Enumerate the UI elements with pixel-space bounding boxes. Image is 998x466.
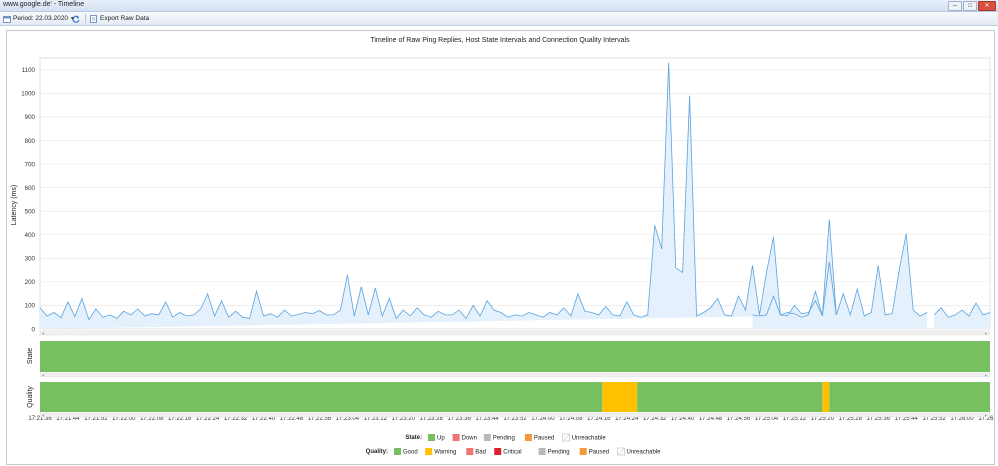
chart-panel: Timeline of Raw Ping Replies, Host State… xyxy=(6,30,998,465)
export-label: Export Raw Data xyxy=(100,15,150,22)
window-titlebar[interactable]: www.google.de' - Timeline ─ □ ✕ xyxy=(0,0,998,12)
toolbar: Period: 22.03.2020 ▼ Export Raw Data xyxy=(0,12,998,26)
scroll-left-icon[interactable]: ◂ xyxy=(42,373,44,378)
legend-swatch xyxy=(579,448,587,455)
scroll-right-icon[interactable]: ▸ xyxy=(985,373,987,378)
legend-swatch xyxy=(466,448,474,455)
quality-interval-good xyxy=(829,382,990,412)
legend-swatch xyxy=(425,448,433,455)
legend-item-unreachable: Unreachable xyxy=(562,433,607,442)
legend-swatch xyxy=(452,434,460,441)
legend-label: Pending xyxy=(493,436,515,442)
legend-swatch xyxy=(524,434,532,441)
refresh-icon xyxy=(72,15,80,23)
quality-axis-label: Quality xyxy=(27,386,34,408)
period-dropdown[interactable]: Period: 22.03.2020 ▼ xyxy=(3,14,75,23)
legend-title: State: xyxy=(405,435,422,441)
scrollbar-track[interactable] xyxy=(39,372,991,378)
legend-swatch xyxy=(483,434,491,441)
maximize-button[interactable]: □ xyxy=(963,1,977,11)
legend-label: Critical xyxy=(503,450,521,456)
chart-title: Timeline of Raw Ping Replies, Host State… xyxy=(370,37,630,44)
window-title: www.google.de' - Timeline xyxy=(3,1,85,8)
legend-label: Bad xyxy=(475,450,486,456)
scrollbar-track[interactable] xyxy=(39,330,991,336)
legend-item-critical: Critical xyxy=(494,448,522,456)
legend-label: Unreachable xyxy=(627,450,662,456)
legend-label: Warning xyxy=(434,450,456,456)
period-label: Period: 22.03.2020 xyxy=(13,15,68,22)
legend-title: Quality: xyxy=(366,449,388,455)
y-tick-label: 300 xyxy=(25,256,36,263)
plot-area xyxy=(39,57,991,330)
legend-swatch xyxy=(394,448,401,455)
scroll-left-icon[interactable]: ◂ xyxy=(42,413,44,418)
calendar-icon xyxy=(3,15,11,23)
export-raw-data-button[interactable]: Export Raw Data xyxy=(90,14,149,23)
legend-item-good: Good xyxy=(394,448,418,456)
y-tick-label: 600 xyxy=(25,185,36,192)
chart-scrollbar[interactable]: ◂ ▸ xyxy=(39,330,991,336)
state-interval-up xyxy=(40,341,990,372)
legend-swatch xyxy=(538,448,546,455)
close-button[interactable]: ✕ xyxy=(978,1,996,11)
export-icon xyxy=(90,14,97,23)
legend-label: Paused xyxy=(534,436,554,442)
y-tick-label: 1000 xyxy=(21,91,35,98)
refresh-button[interactable] xyxy=(72,14,82,23)
quality-interval-warning xyxy=(822,382,830,412)
legend-swatch xyxy=(428,434,435,441)
y-tick-label: 400 xyxy=(25,232,36,239)
legend-label: Pending xyxy=(548,450,570,456)
legend-item-unreachable: Unreachable xyxy=(617,447,662,456)
scroll-right-icon[interactable]: ▸ xyxy=(985,331,987,336)
y-tick-label: 500 xyxy=(25,208,36,215)
scroll-left-icon[interactable]: ◂ xyxy=(42,331,44,336)
y-tick-label: 100 xyxy=(25,303,36,310)
y-tick-label: 200 xyxy=(25,279,36,286)
timeline-chart: Timeline of Raw Ping Replies, Host State… xyxy=(11,37,998,456)
legend-item-warning: Warning xyxy=(425,448,456,456)
legend-item-paused: Paused xyxy=(524,434,554,442)
legend-label: Good xyxy=(403,450,418,456)
y-tick-label: 1100 xyxy=(22,67,36,74)
quality-interval-warning xyxy=(602,382,638,412)
legend-item-down: Down xyxy=(452,434,477,442)
legend-label: Unreachable xyxy=(572,436,607,442)
y-tick-label: 800 xyxy=(25,138,36,145)
legend-item-paused: Paused xyxy=(579,448,609,456)
legend-label: Down xyxy=(462,436,477,442)
y-axis-label: Latency (ms) xyxy=(11,185,18,225)
legend-item-pending: Pending xyxy=(483,434,515,442)
legend-item-up: Up xyxy=(428,434,445,442)
legend-item-pending: Pending xyxy=(538,448,570,456)
legend-label: Paused xyxy=(589,450,609,456)
state-axis-label: State xyxy=(27,348,34,364)
quality-scrollbar[interactable]: ◂ ▸ xyxy=(39,412,991,418)
scroll-right-icon[interactable]: ▸ xyxy=(985,413,987,418)
y-tick-label: 700 xyxy=(25,161,36,168)
y-tick-label: 0 xyxy=(32,326,36,333)
legend-swatch xyxy=(494,448,502,455)
legend-label: Up xyxy=(437,436,445,442)
scrollbar-track[interactable] xyxy=(39,412,991,418)
quality-interval-good xyxy=(40,382,603,412)
state-scrollbar[interactable]: ◂ ▸ xyxy=(39,372,991,378)
legend-item-bad: Bad xyxy=(466,448,486,456)
y-tick-label: 900 xyxy=(25,114,36,121)
minimize-button[interactable]: ─ xyxy=(948,1,962,11)
quality-interval-good xyxy=(637,382,823,412)
